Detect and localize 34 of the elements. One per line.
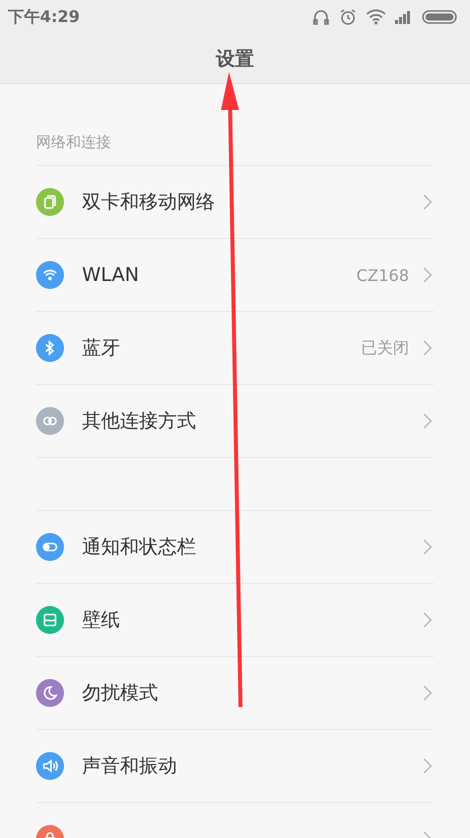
settings-item[interactable]: WLAN CZ168	[36, 238, 434, 311]
headphones-icon	[312, 8, 330, 26]
status-time: 下午4:29	[8, 6, 80, 28]
item-value: CZ168	[356, 266, 409, 284]
chevron-icon	[423, 758, 432, 774]
item-label: 双卡和移动网络	[82, 190, 216, 215]
chevron-icon	[423, 685, 432, 701]
settings-item[interactable]: 声音和振动	[36, 729, 434, 802]
item-label: 其他连接方式	[82, 409, 197, 434]
chevron-icon	[423, 612, 432, 628]
section-header: 网络和连接	[36, 133, 111, 152]
chevron-icon	[423, 539, 432, 555]
item-value: 已关闭	[361, 338, 409, 358]
item-label: 勿扰模式	[82, 681, 159, 706]
settings-item[interactable]: 通知和状态栏	[36, 510, 434, 583]
page-title: 设置	[216, 46, 254, 72]
alarm-icon	[339, 8, 357, 26]
chevron-icon	[423, 267, 432, 283]
item-label: WLAN	[82, 264, 140, 286]
item-label: 壁纸	[82, 608, 121, 633]
chevron-icon	[423, 340, 432, 356]
settings-item[interactable]: 其他连接方式	[36, 384, 434, 457]
chevron-icon	[423, 413, 432, 429]
signal-icon	[395, 10, 413, 24]
settings-item[interactable]: 壁纸	[36, 583, 434, 656]
battery-icon	[422, 9, 458, 25]
chevron-icon	[423, 194, 432, 210]
item-label: 声音和振动	[82, 754, 178, 779]
item-label: 通知和状态栏	[82, 535, 197, 560]
settings-item[interactable]: 蓝牙 已关闭	[36, 311, 434, 384]
wifi-icon	[366, 9, 386, 25]
item-label: 蓝牙	[82, 336, 121, 361]
settings-item[interactable]: 勿扰模式	[36, 656, 434, 729]
settings-item[interactable]: 双卡和移动网络	[36, 165, 434, 238]
